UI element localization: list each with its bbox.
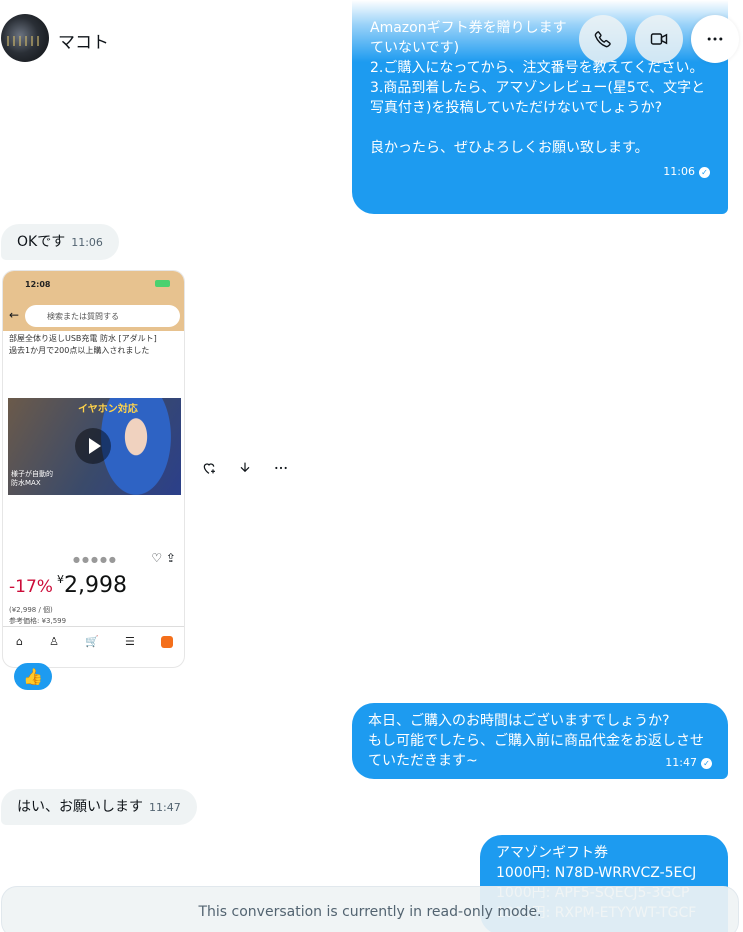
read-only-banner: This conversation is currently in read-o… — [1, 886, 739, 932]
screenshot-bottom-nav: ⌂ ♙ 🛒 ☰ — [3, 626, 184, 656]
video-icon — [650, 33, 668, 45]
message-time: 11:47 — [149, 801, 181, 814]
read-only-text: This conversation is currently in read-o… — [198, 904, 542, 920]
battery-icon — [155, 280, 170, 287]
screenshot-media-tag: 様子が自動的 防水MAX — [11, 470, 53, 487]
person-icon: ♙ — [49, 635, 60, 648]
heart-share-icons: ♡ ⇪ — [151, 551, 176, 565]
image-attachment[interactable]: 12:08 ← 検索または質問する 部屋全体り返しUSB充電 防水 [アダルト]… — [2, 270, 185, 668]
cart-icon: 🛒 — [85, 635, 99, 648]
message-time: 11:47 — [665, 756, 697, 769]
screenshot-status-bar: 12:08 — [3, 271, 184, 305]
play-icon — [75, 428, 111, 464]
read-check-icon: ✓ — [701, 757, 712, 769]
call-button[interactable] — [579, 15, 627, 63]
message-outgoing[interactable]: 本日、ご購入のお時間はございますでしょうか? もし可能でしたら、ご購入前に商品代… — [352, 703, 728, 779]
contact-name[interactable]: マコト — [58, 28, 109, 53]
message-meta: 11:06 ✓ — [370, 162, 710, 182]
download-button[interactable] — [236, 459, 254, 477]
screenshot-product-title: 部屋全体り返しUSB充電 防水 [アダルト] 過去1か月で200点以上購入されま… — [9, 334, 157, 355]
message-time: 11:06 — [71, 236, 103, 249]
message-text: OKです — [17, 234, 66, 250]
screenshot-search-bar: ← 検索または質問する — [3, 301, 184, 331]
message-time: 11:06 — [663, 165, 695, 178]
react-button[interactable] — [200, 459, 218, 477]
media-actions — [200, 459, 290, 477]
more-button[interactable] — [691, 15, 739, 63]
more-icon — [707, 37, 723, 41]
screenshot-discount: -17% — [9, 577, 53, 597]
screenshot-sub-price: (¥2,998 / 個) 参考価格: ¥3,599 — [9, 606, 67, 625]
active-tab-icon — [160, 635, 173, 648]
thumbs-up-icon: 👍 — [23, 667, 43, 686]
screenshot-product-image: イヤホン対応 様子が自動的 防水MAX — [8, 398, 181, 495]
message-incoming[interactable]: OKです 11:06 — [1, 224, 119, 260]
menu-icon: ☰ — [124, 635, 135, 648]
more-icon — [275, 466, 287, 470]
message-text: はい、お願いします — [17, 799, 143, 815]
carousel-dots: ●●●●● — [73, 555, 118, 564]
reaction-badge[interactable]: 👍 — [14, 663, 52, 690]
heart-plus-icon — [203, 463, 215, 474]
screenshot-price: ¥2,998 — [57, 573, 127, 598]
phone-icon — [594, 31, 611, 48]
read-check-icon: ✓ — [699, 166, 710, 178]
download-icon — [240, 462, 250, 473]
video-call-button[interactable] — [635, 15, 683, 63]
home-icon: ⌂ — [16, 635, 24, 648]
media-more-button[interactable] — [272, 459, 290, 477]
screenshot-search-box: 検索または質問する — [25, 305, 180, 327]
message-incoming[interactable]: はい、お願いします 11:47 — [1, 789, 197, 825]
avatar[interactable] — [1, 14, 49, 62]
back-arrow-icon: ← — [9, 308, 20, 322]
screenshot-media-caption: イヤホン対応 — [78, 404, 138, 415]
